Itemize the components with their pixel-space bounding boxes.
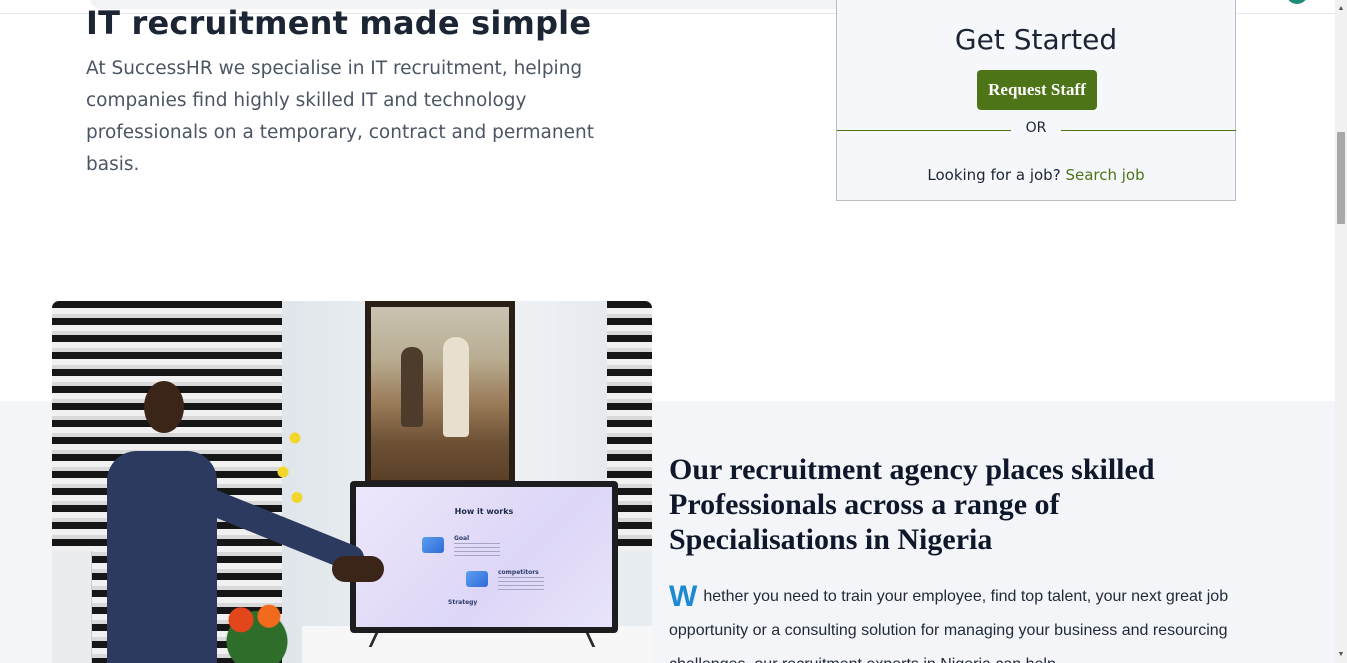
screen-item-goal: Goal [454,535,470,542]
section-body: Whether you need to train your employee,… [669,580,1249,663]
drop-cap-letter: W [669,580,698,613]
or-divider-left [837,130,1011,131]
page-scrollbar[interactable]: ▲ ▼ [1335,0,1347,663]
job-search-prompt: Looking for a job? Search job [837,166,1235,184]
search-job-link[interactable]: Search job [1065,166,1144,184]
scrollbar-thumb[interactable] [1337,132,1345,224]
or-divider-right [1061,130,1236,131]
presenter-head [144,381,184,433]
presenter-hand [332,556,384,582]
monitor-screen: How it works Goal competitors Strategy [356,487,612,627]
section-title: Our recruitment agency places skilled Pr… [669,453,1155,556]
get-started-card: Get Started Request Staff OR Looking for… [836,0,1236,201]
screen-graphic-icon [422,537,444,553]
job-prompt-text: Looking for a job? [927,166,1061,184]
office-presentation-photo: How it works Goal competitors Strategy [52,301,652,663]
photo-flower-stem [267,421,307,591]
section-body-text: hether you need to train your employee, … [669,588,1229,663]
photo-presenter [87,381,369,663]
photo-monitor: How it works Goal competitors Strategy [350,481,618,633]
photo-flower-pot [217,591,297,663]
screen-item-competitors: competitors [498,569,539,576]
screen-item-strategy: Strategy [448,599,478,606]
hero-title: IT recruitment made simple [86,4,592,42]
get-started-title: Get Started [954,23,1118,56]
screen-text-lines [454,543,500,557]
painting-figure [401,347,423,427]
request-staff-button[interactable]: Request Staff [977,70,1097,110]
painting-figure [443,337,469,437]
photo-water-cooler [52,551,92,663]
scroll-down-arrow-icon[interactable]: ▼ [1335,650,1347,660]
screen-graphic-icon [466,571,488,587]
user-avatar-icon[interactable] [1286,0,1308,4]
photo-painting [365,301,515,486]
hero-description: At SuccessHR we specialise in IT recruit… [86,58,594,175]
scroll-up-arrow-icon[interactable]: ▲ [1335,4,1347,14]
screen-text-lines [498,577,544,591]
or-divider-text: OR [1025,120,1047,136]
painting-canvas [371,307,509,480]
screen-title: How it works [454,507,514,516]
